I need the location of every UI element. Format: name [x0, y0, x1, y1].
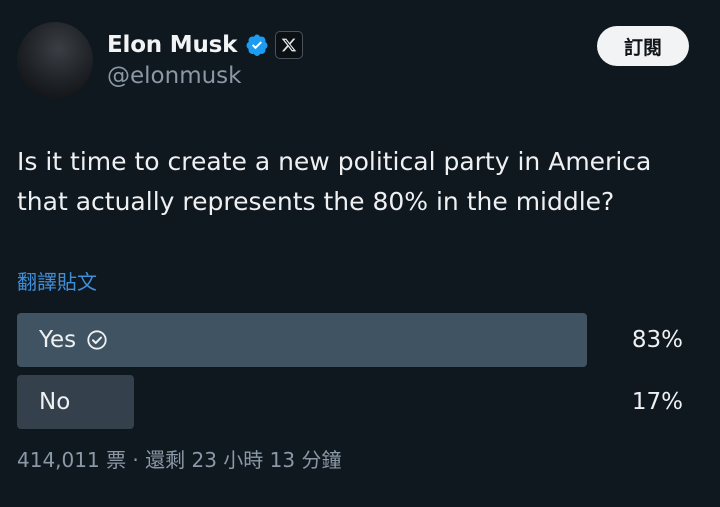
poll-vote-summary: 414,011 票 · 還剩 23 小時 13 分鐘 [17, 448, 342, 472]
author-handle[interactable]: @elonmusk [107, 63, 241, 89]
check-circle-icon [87, 330, 107, 350]
author-display-name[interactable]: Elon Musk [107, 32, 237, 58]
poll-percent-no: 17% [631, 389, 683, 415]
tweet-text: Is it time to create a new political par… [17, 147, 652, 216]
verified-badge-icon[interactable] [245, 33, 269, 57]
poll-option-label: Yes [39, 313, 108, 367]
translate-post-link[interactable]: 翻譯貼文 [17, 266, 97, 295]
x-logo-icon[interactable] [275, 31, 304, 59]
subscribe-button[interactable]: 訂閱 [597, 26, 689, 66]
avatar[interactable] [17, 22, 93, 98]
author-name-row: Elon Musk [107, 30, 304, 60]
poll-bar-no [17, 375, 134, 429]
poll-option-label: No [39, 375, 70, 429]
poll-option-yes: Yes 83% [17, 313, 701, 367]
poll-option-no: No 17% [17, 375, 701, 429]
poll-option-text: No [39, 389, 71, 415]
poll-option-text: Yes [39, 327, 77, 353]
poll-percent-yes: 83% [631, 327, 683, 353]
